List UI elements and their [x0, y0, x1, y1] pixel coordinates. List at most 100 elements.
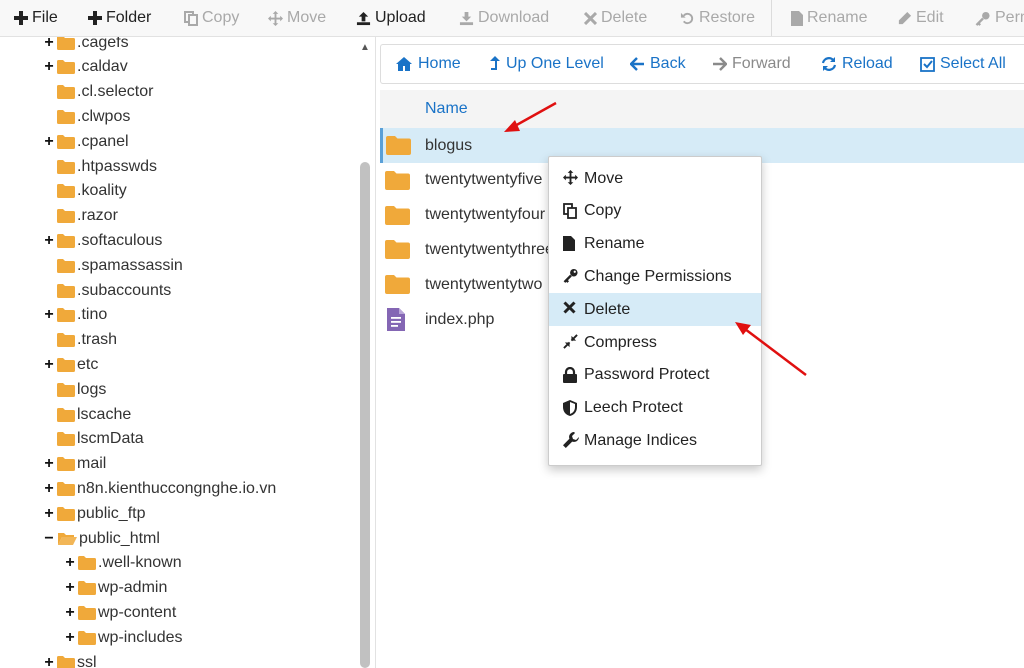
context-menu-item-change-permissions[interactable]: Change Permissions	[549, 260, 761, 293]
tree-item-label: .htpasswds	[77, 157, 158, 175]
back-button[interactable]: Back	[630, 45, 686, 83]
tree-item[interactable]: + wp-admin	[63, 576, 167, 601]
tree-item[interactable]: .cl.selector	[56, 80, 153, 105]
refresh-icon	[821, 56, 837, 72]
folder-icon	[385, 240, 410, 260]
copy-icon	[184, 10, 198, 26]
reload-button[interactable]: Reload	[821, 45, 893, 83]
tree-item[interactable]: + wp-includes	[63, 625, 182, 650]
column-header-name[interactable]: Name	[425, 90, 468, 128]
tree-item-label: .cl.selector	[77, 83, 154, 101]
forward-button[interactable]: Forward	[712, 45, 791, 83]
context-menu-item-leech-protect[interactable]: Leech Protect	[549, 392, 761, 425]
expand-icon[interactable]: +	[63, 579, 77, 597]
scrollbar-thumb[interactable]	[360, 162, 370, 668]
permissions-button[interactable]: Permi	[975, 0, 1024, 36]
arrow-left-icon	[630, 57, 645, 71]
tree-item[interactable]: + .tino	[42, 303, 107, 328]
context-menu-item-manage-indices[interactable]: Manage Indices	[549, 424, 761, 457]
select-all-button[interactable]: Select All	[920, 45, 1006, 83]
tree-item[interactable]: − public_html	[42, 526, 160, 551]
context-menu-item-delete[interactable]: Delete	[549, 293, 761, 327]
tree-item[interactable]: + .well-known	[63, 551, 182, 576]
tree-item[interactable]: .razor	[56, 204, 118, 229]
expand-icon[interactable]: +	[63, 629, 77, 647]
tree-item[interactable]: + n8n.kienthuccongnghe.io.vn	[42, 476, 276, 501]
expand-icon[interactable]: +	[42, 58, 56, 76]
tree-item-label: .cpanel	[77, 132, 129, 150]
tree-item[interactable]: + .cpanel	[42, 129, 129, 154]
directory-tree: + .cagefs + .caldav .cl.selector .clwpos + .cpa…	[0, 37, 372, 668]
folder-icon	[57, 159, 75, 174]
checkbox-icon	[920, 56, 935, 72]
tree-item[interactable]: lscache	[56, 402, 131, 427]
expand-icon[interactable]: +	[63, 604, 77, 622]
upload-button[interactable]: Upload	[356, 0, 426, 36]
tree-item[interactable]: + .cagefs	[42, 37, 129, 55]
folder-icon	[385, 275, 410, 295]
toolbar: File Folder Copy Move Upload Download De…	[0, 0, 1024, 37]
context-menu-item-rename[interactable]: Rename	[549, 228, 761, 261]
new-file-button[interactable]: File	[14, 0, 58, 36]
tree-item[interactable]: .trash	[56, 328, 117, 353]
expand-icon[interactable]: +	[42, 133, 56, 151]
tree-item[interactable]: logs	[56, 377, 106, 402]
edit-button[interactable]: Edit	[897, 0, 944, 36]
move-button[interactable]: Move	[268, 0, 326, 36]
tree-item[interactable]: + etc	[42, 352, 98, 377]
scroll-up-arrow[interactable]: ▲	[360, 42, 370, 53]
folder-icon	[57, 481, 75, 496]
folder-icon	[57, 109, 75, 124]
tree-item-label: wp-includes	[98, 628, 183, 646]
collapse-icon[interactable]: −	[42, 530, 56, 548]
tree-item[interactable]: lscmData	[56, 427, 144, 452]
expand-icon[interactable]: +	[42, 480, 56, 498]
folder-icon	[57, 357, 75, 372]
expand-icon[interactable]: +	[42, 455, 56, 473]
key-icon	[563, 268, 579, 284]
plus-icon	[14, 11, 28, 25]
tree-item[interactable]: + mail	[42, 452, 106, 477]
table-header: Name	[380, 90, 1024, 129]
expand-icon[interactable]: +	[42, 37, 56, 52]
expand-icon[interactable]: +	[42, 232, 56, 250]
tree-item[interactable]: + .softaculous	[42, 228, 162, 253]
tree-item-label: .well-known	[98, 554, 182, 572]
up-one-level-button[interactable]: Up One Level	[489, 45, 604, 83]
expand-icon[interactable]: +	[63, 554, 77, 572]
tree-item[interactable]: + public_ftp	[42, 501, 145, 526]
panel-divider[interactable]	[375, 37, 376, 668]
expand-icon[interactable]: +	[42, 505, 56, 523]
tree-item[interactable]: .koality	[56, 179, 127, 204]
tree-item[interactable]: + ssl	[42, 650, 97, 668]
lock-icon	[563, 366, 577, 383]
delete-button[interactable]: Delete	[584, 0, 647, 36]
rename-button[interactable]: Rename	[791, 0, 867, 36]
tree-item[interactable]: + .caldav	[42, 55, 127, 80]
file-name: twentytwentyfour	[425, 206, 546, 224]
tree-item[interactable]: .subaccounts	[56, 278, 171, 303]
context-menu-label: Copy	[584, 202, 622, 220]
folder-icon	[57, 134, 75, 149]
context-menu-item-compress[interactable]: Compress	[549, 326, 761, 359]
pencil-icon	[897, 11, 912, 26]
expand-icon[interactable]: +	[42, 356, 56, 374]
new-folder-button[interactable]: Folder	[88, 0, 151, 36]
tree-item[interactable]: + wp-content	[63, 600, 176, 625]
copy-button[interactable]: Copy	[184, 0, 239, 36]
home-button[interactable]: Home	[395, 45, 461, 83]
tree-item[interactable]: .clwpos	[56, 104, 130, 129]
php-file-icon	[387, 308, 405, 331]
folder-icon	[57, 283, 75, 298]
context-menu-item-password-protect[interactable]: Password Protect	[549, 359, 761, 392]
wrench-icon	[563, 432, 579, 449]
expand-icon[interactable]: +	[42, 654, 56, 668]
context-menu-item-move[interactable]: Move	[549, 162, 761, 195]
plus-icon	[88, 11, 102, 25]
tree-item[interactable]: .htpasswds	[56, 154, 157, 179]
download-button[interactable]: Download	[459, 0, 549, 36]
tree-item[interactable]: .spamassassin	[56, 253, 183, 278]
expand-icon[interactable]: +	[42, 306, 56, 324]
restore-button[interactable]: Restore	[680, 0, 755, 36]
context-menu-item-copy[interactable]: Copy	[549, 195, 761, 228]
